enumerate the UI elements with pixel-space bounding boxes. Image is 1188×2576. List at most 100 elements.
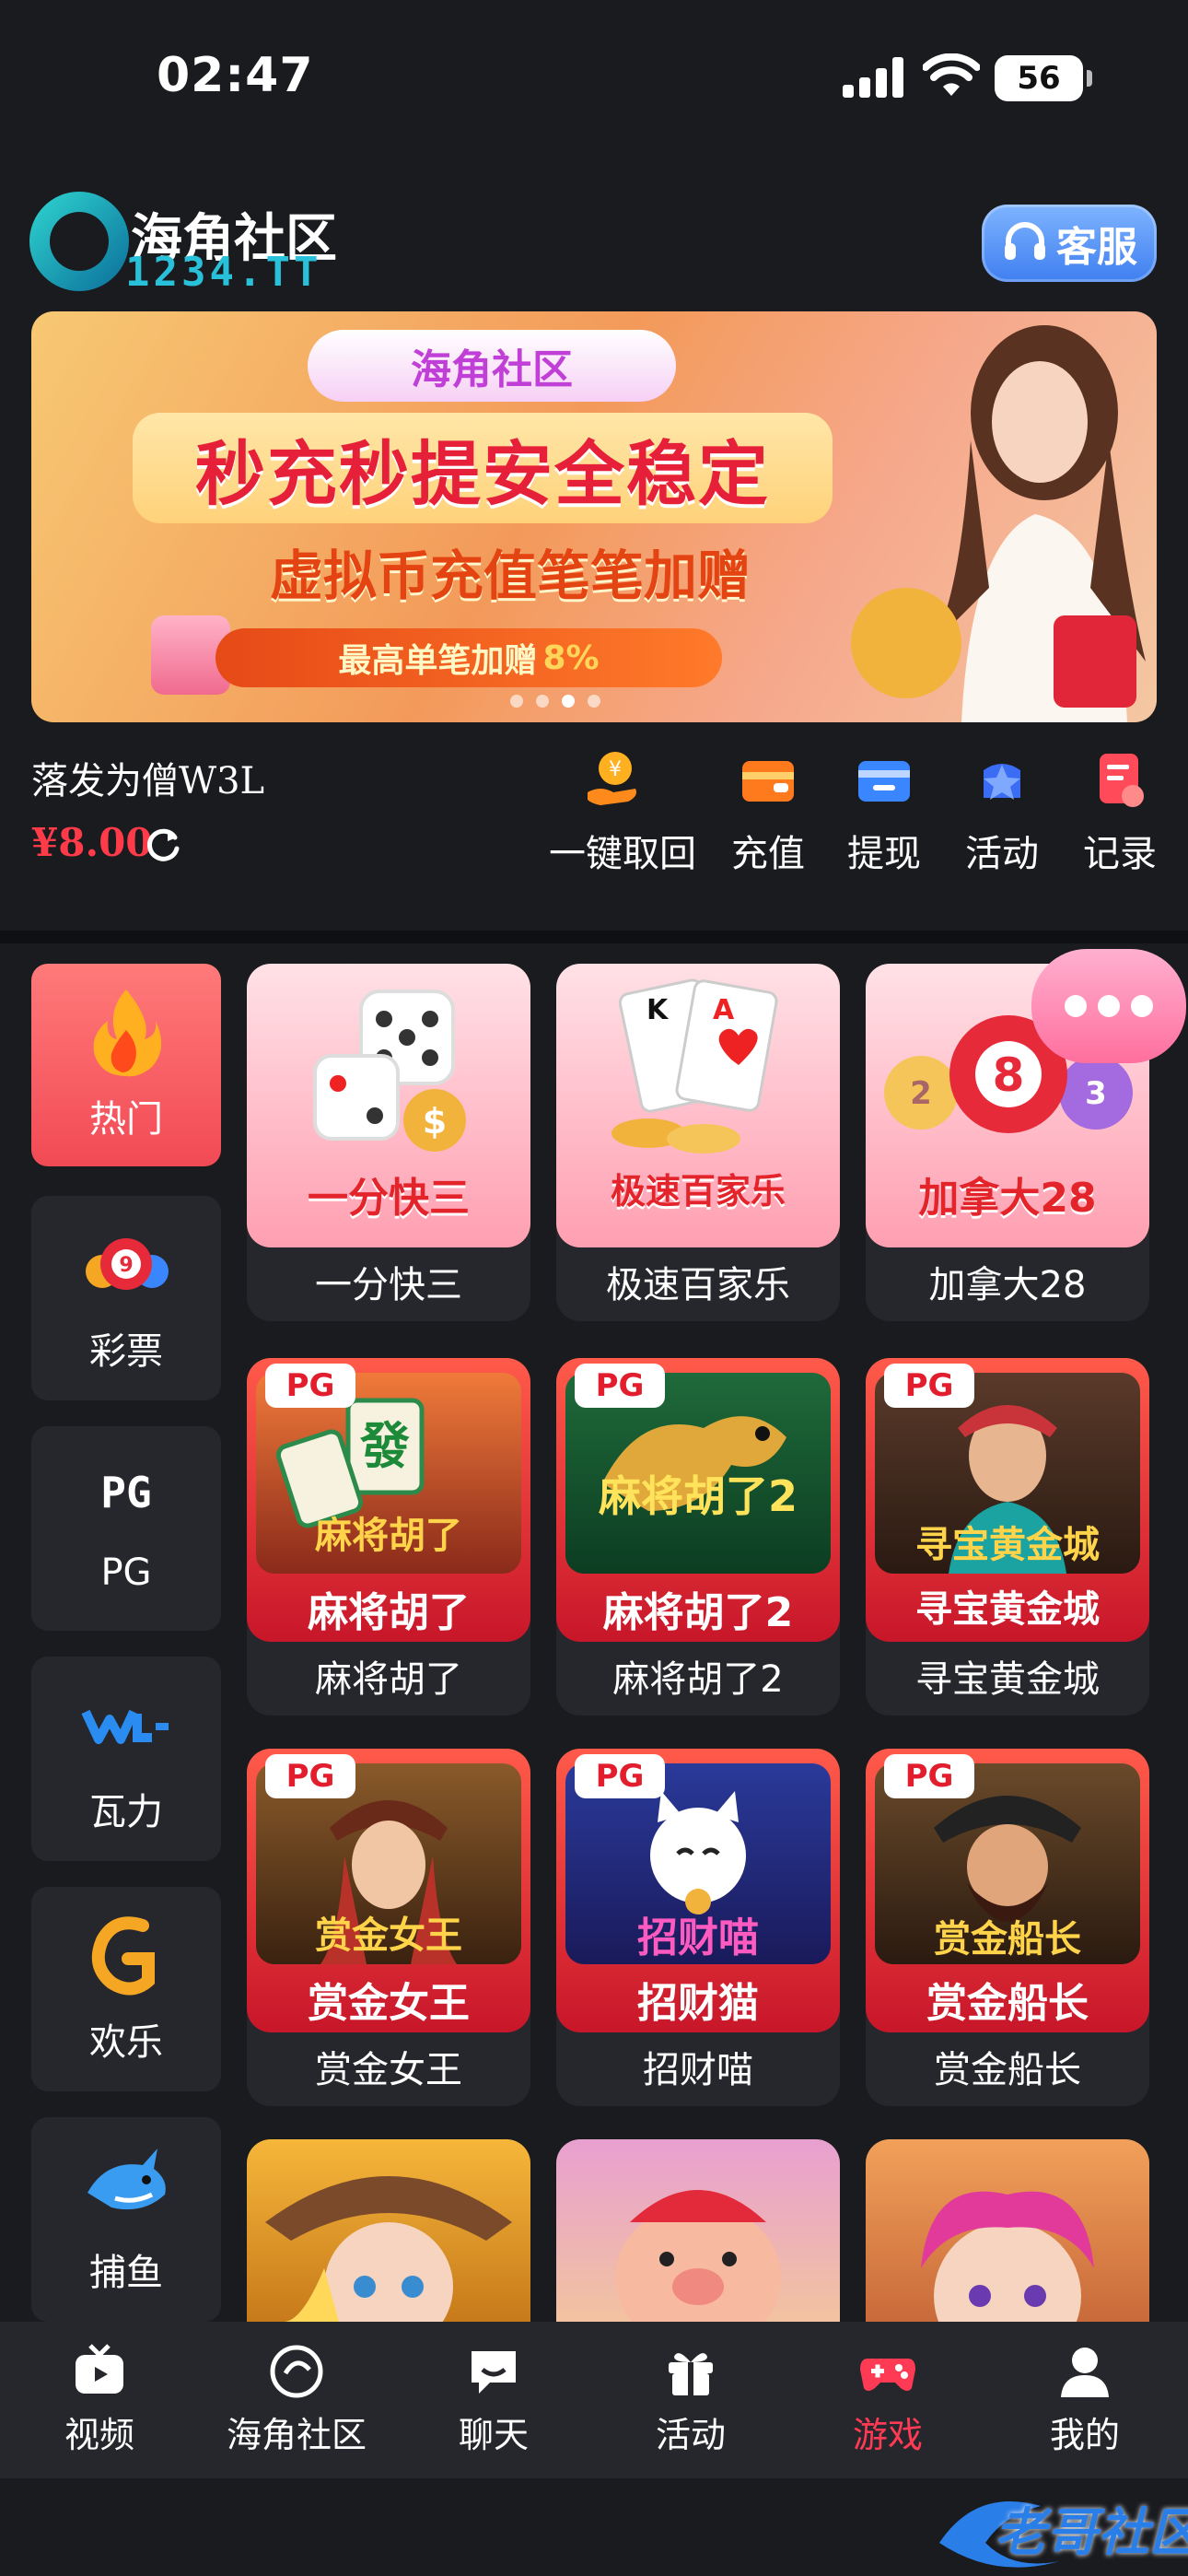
bottom-navigation: 视频 海角社区 聊天 活动 游戏 我的 xyxy=(0,2322,1188,2478)
svg-text:發: 發 xyxy=(359,1417,410,1475)
sidebar-item-lottery[interactable]: 9 彩票 xyxy=(31,1196,221,1400)
banner-model-image xyxy=(851,325,1146,722)
nav-haijiao[interactable]: 海角社区 xyxy=(214,2342,379,2457)
game-name: 加拿大28 xyxy=(928,1264,1087,1306)
game-card[interactable]: 赏金船长 PG 赏金船长 赏金船长 xyxy=(866,1749,1149,2106)
balance: ¥8.00 xyxy=(31,820,153,865)
pg-badge: PG xyxy=(575,1754,665,1798)
floating-chat-button[interactable] xyxy=(1031,949,1186,1063)
game-card-partial[interactable] xyxy=(866,2139,1149,2322)
action-label: 活动 xyxy=(965,833,1039,875)
game-art-title: 招财猫 xyxy=(637,1980,759,2027)
nav-profile[interactable]: 我的 xyxy=(1002,2342,1168,2457)
action-label: 充值 xyxy=(731,833,805,875)
game-card-partial[interactable] xyxy=(247,2139,530,2322)
pg-badge: PG xyxy=(265,1754,355,1798)
game-name: 麻将胡了2 xyxy=(612,1658,784,1701)
game-card[interactable]: 寻宝黄金城 PG 寻宝黄金城 寻宝黄金城 xyxy=(866,1358,1149,1715)
pg-logo-icon: PG xyxy=(100,1468,151,1517)
svg-text:招财喵: 招财喵 xyxy=(637,1914,759,1961)
svg-text:2: 2 xyxy=(910,1075,932,1112)
sidebar-item-fishing[interactable]: 捕鱼 xyxy=(31,2117,221,2322)
wallet-icon xyxy=(742,761,794,802)
sidebar-item-pg[interactable]: PG PG xyxy=(31,1426,221,1631)
sidebar-item-wali[interactable]: 瓦力 xyxy=(31,1657,221,1861)
svg-text:赏金船长: 赏金船长 xyxy=(934,1918,1081,1961)
pg-badge: PG xyxy=(884,1754,974,1798)
refresh-icon[interactable] xyxy=(144,825,182,863)
nav-chat[interactable]: 聊天 xyxy=(411,2342,577,2457)
nav-events[interactable]: 活动 xyxy=(608,2342,774,2457)
sidebar-item-huanle[interactable]: 欢乐 xyxy=(31,1887,221,2091)
customer-service-label: 客服 xyxy=(1056,224,1137,271)
game-art-title: 一分快三 xyxy=(308,1175,470,1222)
svg-text:3: 3 xyxy=(1085,1075,1107,1112)
dice-icon: $ xyxy=(313,989,466,1152)
game-card[interactable]: $ 一分快三 一分快三 xyxy=(247,964,530,1321)
pg-badge: PG xyxy=(265,1364,355,1408)
game-card[interactable]: 麻将胡了2 PG 麻将胡了2 麻将胡了2 xyxy=(556,1358,840,1715)
game-art: $ 一分快三 xyxy=(247,964,530,1247)
action-deposit[interactable]: 充值 xyxy=(704,748,833,877)
game-art-title: 寻宝黄金城 xyxy=(915,1588,1100,1631)
playing-cards-icon: K A xyxy=(611,978,778,1153)
carousel-dot[interactable] xyxy=(510,695,523,708)
nav-video[interactable]: 视频 xyxy=(17,2342,182,2457)
game-card-partial[interactable] xyxy=(556,2139,840,2322)
sidebar-label: 捕鱼 xyxy=(89,2252,163,2294)
battery-indicator: 56 xyxy=(995,55,1092,101)
carousel-dot[interactable] xyxy=(588,695,600,708)
gamepad-icon xyxy=(860,2359,915,2391)
dot-icon xyxy=(1065,995,1087,1017)
section-divider xyxy=(0,931,1188,943)
action-records[interactable]: 记录 xyxy=(1055,748,1184,877)
svg-text:¥: ¥ xyxy=(609,758,622,781)
action-events[interactable]: 活动 xyxy=(938,748,1066,877)
carousel-dot[interactable] xyxy=(536,695,549,708)
action-label: 记录 xyxy=(1083,833,1157,875)
svg-text:8: 8 xyxy=(993,1048,1025,1102)
game-card[interactable]: 發 麻将胡了 PG 麻将胡了 麻将胡了 xyxy=(247,1358,530,1715)
shark-icon xyxy=(87,2149,166,2210)
promo-banner[interactable]: 海角社区 秒充秒提安全稳定 虚拟币充值笔笔加赠 最高单笔加赠 8% xyxy=(31,311,1157,722)
game-card[interactable]: 招财喵 PG 招财猫 招财喵 xyxy=(556,1749,840,2106)
svg-text:麻将胡了: 麻将胡了 xyxy=(315,1515,462,1557)
game-art-title: 麻将胡了2 xyxy=(602,1589,794,1636)
nav-label: 游戏 xyxy=(852,2415,923,2455)
customer-service-button[interactable]: 客服 xyxy=(982,205,1157,282)
nav-label: 我的 xyxy=(1049,2415,1120,2455)
svg-text:寻宝黄金城: 寻宝黄金城 xyxy=(915,1524,1100,1566)
nav-label: 视频 xyxy=(64,2415,134,2455)
game-art-title: 赏金女王 xyxy=(308,1980,470,2027)
withdraw-icon xyxy=(858,761,910,802)
action-withdraw[interactable]: 提现 xyxy=(820,748,949,877)
wave-logo-icon xyxy=(29,192,129,291)
haijiao-logo-icon xyxy=(270,2345,323,2398)
banner-pill-value: 8% xyxy=(542,638,600,677)
game-art-title: 极速百家乐 xyxy=(610,1171,786,1212)
sidebar-label: 彩票 xyxy=(89,1330,163,1373)
gift-icon xyxy=(669,2353,713,2395)
svg-text:麻将胡了2: 麻将胡了2 xyxy=(599,1471,798,1521)
cowgirl-art xyxy=(265,2176,512,2322)
game-art: K A 极速百家乐 xyxy=(556,964,840,1247)
sidebar-item-hot[interactable]: 热门 xyxy=(31,964,221,1166)
game-name: 赏金船长 xyxy=(934,2049,1081,2091)
game-art: 赏金船长 PG 赏金船长 xyxy=(866,1749,1149,2032)
game-name: 招财喵 xyxy=(643,2049,753,2091)
pg-badge: PG xyxy=(884,1364,974,1408)
game-art: 招财喵 PG 招财猫 xyxy=(556,1749,840,2032)
svg-text:$: $ xyxy=(423,1101,447,1142)
action-retrieve[interactable]: ¥ 一键取回 xyxy=(549,748,696,877)
svg-text:PG: PG xyxy=(100,1468,151,1517)
nav-games[interactable]: 游戏 xyxy=(805,2342,971,2457)
banner-bonus-pill: 最高单笔加赠 8% xyxy=(215,628,722,687)
carousel-dot-active[interactable] xyxy=(562,695,575,708)
game-card[interactable]: 赏金女王 PG 赏金女王 赏金女王 xyxy=(247,1749,530,2106)
game-card[interactable]: K A 极速百家乐 极速百家乐 xyxy=(556,964,840,1321)
banner-brand: 海角社区 xyxy=(308,330,676,402)
star-icon xyxy=(984,764,1020,800)
chat-icon xyxy=(472,2351,516,2394)
watermark-text: 老哥社区 xyxy=(995,2503,1188,2563)
game-name: 寻宝黄金城 xyxy=(915,1658,1100,1701)
